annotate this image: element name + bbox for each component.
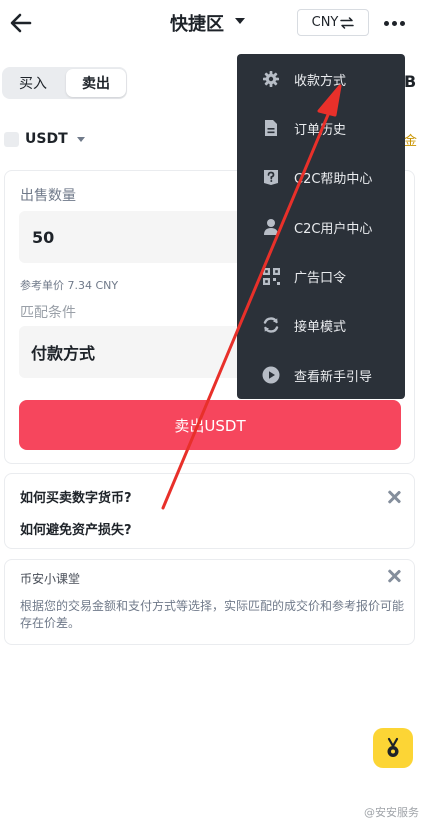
medal-icon [387,737,399,757]
page-title[interactable]: 快捷区 [170,10,224,36]
menu-item-help-center[interactable]: C2C帮助中心 [237,154,405,200]
qr-icon [262,267,280,285]
document-icon [262,119,280,137]
refresh-icon [262,316,280,334]
more-icon[interactable] [380,12,408,34]
top-bar: 快捷区 CNY [0,0,445,46]
tab-buy[interactable]: 买入 [2,67,64,99]
help-icon [262,168,280,186]
dot [383,20,389,26]
user-icon [262,218,280,236]
faq-link[interactable]: 如何买卖数字货币? [20,487,132,506]
menu-item-label: C2C用户中心 [294,221,373,237]
close-icon[interactable] [386,568,402,584]
coin-icon [4,131,19,147]
caret-down-icon [76,136,85,142]
menu-item-label: C2C帮助中心 [294,171,373,187]
swap-icon [340,16,355,29]
menu-item-payment-methods[interactable]: 收款方式 [237,56,405,102]
watermark: @安安服务 [364,806,419,819]
currency-selector[interactable]: CNY [297,9,369,36]
reference-price: 参考单价 7.34 CNY [20,279,119,292]
floating-help-button[interactable] [373,728,413,768]
more-menu: 收款方式 订单历史 C2C帮助中心 C2C用户中心 广告口令 接单模式 查看新手… [237,54,405,399]
faq-card: 如何买卖数字货币? 如何避免资产损失? [4,473,415,549]
dot [399,20,405,26]
sell-usdt-button[interactable]: 卖出USDT [19,400,401,450]
menu-item-label: 订单历史 [294,122,347,138]
menu-item-beginner-guide[interactable]: 查看新手引导 [237,352,405,398]
menu-item-user-center[interactable]: C2C用户中心 [237,204,405,250]
gear-icon [262,70,280,88]
lesson-title: 币安小课堂 [20,572,81,586]
lesson-body: 根据您的交易金额和支付方式等选择，实际匹配的成交价和参考报价可能存在价差。 [20,599,405,630]
arrow-left-icon [10,13,32,33]
menu-item-label: 广告口令 [294,270,347,286]
tab-sell[interactable]: 卖出 [66,69,126,97]
menu-item-label: 收款方式 [294,73,347,89]
play-icon [262,366,280,384]
edge-text[interactable]: B [404,72,416,91]
menu-item-label: 接单模式 [294,319,347,335]
buy-sell-toggle: 买入 卖出 [2,67,127,99]
caret-down-icon[interactable] [235,18,245,24]
edge-text[interactable]: 金 [404,130,417,149]
menu-item-order-history[interactable]: 订单历史 [237,105,405,151]
currency-label: CNY [311,15,339,30]
back-button[interactable] [6,8,36,38]
match-conditions-label: 匹配条件 [20,305,76,321]
quantity-label: 出售数量 [20,188,76,204]
dot [391,20,397,26]
menu-item-ad-code[interactable]: 广告口令 [237,253,405,299]
faq-link[interactable]: 如何避免资产损失? [20,519,132,538]
menu-item-label: 查看新手引导 [294,369,373,385]
asset-name: USDT [25,131,68,147]
asset-selector[interactable]: USDT [4,128,85,150]
close-icon[interactable] [386,489,402,505]
lesson-card: 币安小课堂 根据您的交易金额和支付方式等选择，实际匹配的成交价和参考报价可能存在… [4,559,415,645]
menu-item-order-mode[interactable]: 接单模式 [237,302,405,348]
